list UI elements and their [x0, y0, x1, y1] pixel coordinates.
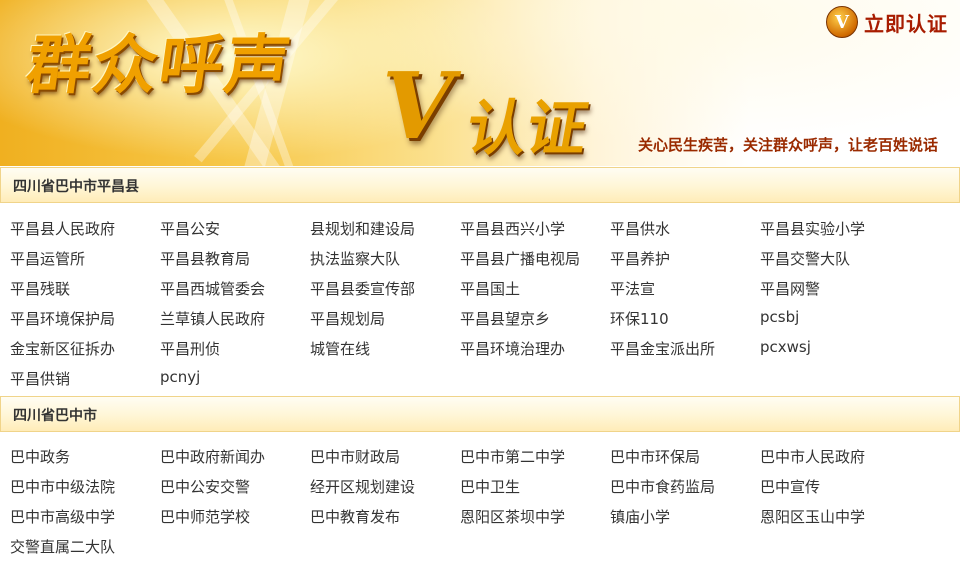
account-link[interactable]: 巴中市人民政府 — [760, 446, 865, 467]
account-link[interactable]: 平昌环境治理办 — [460, 338, 565, 359]
account-link[interactable]: 金宝新区征拆办 — [10, 338, 115, 359]
account-link[interactable]: 平昌规划局 — [310, 308, 385, 329]
account-link[interactable]: 巴中市环保局 — [610, 446, 700, 467]
v-badge-icon: V — [826, 6, 858, 38]
section-title: 四川省巴中市平昌县 — [13, 179, 139, 195]
account-link[interactable]: 平昌金宝派出所 — [610, 338, 715, 359]
account-link[interactable]: 城管在线 — [310, 338, 370, 359]
account-link[interactable]: 平昌县望京乡 — [460, 308, 550, 329]
account-link[interactable]: 平昌县西兴小学 — [460, 218, 565, 239]
account-link[interactable]: 镇庙小学 — [610, 506, 670, 527]
account-link[interactable]: 平昌残联 — [10, 278, 70, 299]
account-link[interactable]: 平法宣 — [610, 278, 655, 299]
account-link[interactable]: 平昌公安 — [160, 218, 220, 239]
account-link[interactable]: 巴中公安交警 — [160, 476, 250, 497]
account-link[interactable]: 巴中市食药监局 — [610, 476, 715, 497]
account-link[interactable]: 平昌运管所 — [10, 248, 85, 269]
section-header-bazhong: 四川省巴中市 — [0, 396, 960, 432]
account-link[interactable]: 巴中政府新闻办 — [160, 446, 265, 467]
account-link[interactable]: 平昌刑侦 — [160, 338, 220, 359]
account-link[interactable]: 巴中市中级法院 — [10, 476, 115, 497]
account-link[interactable]: 平昌养护 — [610, 248, 670, 269]
account-link[interactable]: pcnyj — [160, 368, 200, 386]
account-link[interactable]: 县规划和建设局 — [310, 218, 415, 239]
account-link[interactable]: 交警直属二大队 — [10, 536, 115, 557]
account-link[interactable]: 平昌县委宣传部 — [310, 278, 415, 299]
account-link[interactable]: 平昌环境保护局 — [10, 308, 115, 329]
account-link[interactable]: 巴中卫生 — [460, 476, 520, 497]
account-link[interactable]: 执法监察大队 — [310, 248, 400, 269]
account-link[interactable]: 恩阳区茶坝中学 — [460, 506, 565, 527]
account-link[interactable]: pcxwsj — [760, 338, 811, 356]
account-link[interactable]: 平昌县教育局 — [160, 248, 250, 269]
banner-slogan: 关心民生疾苦，关注群众呼声，让老百姓说话 — [638, 136, 939, 154]
account-link[interactable]: 巴中政务 — [10, 446, 70, 467]
account-link[interactable]: 巴中师范学校 — [160, 506, 250, 527]
account-link[interactable]: 巴中教育发布 — [310, 506, 400, 527]
account-link[interactable]: 平昌供销 — [10, 368, 70, 389]
account-link[interactable]: 巴中宣传 — [760, 476, 820, 497]
account-link[interactable]: 巴中市第二中学 — [460, 446, 565, 467]
account-link[interactable]: 平昌县广播电视局 — [460, 248, 580, 269]
account-link[interactable]: 平昌县人民政府 — [10, 218, 115, 239]
account-link[interactable]: 平昌网警 — [760, 278, 820, 299]
account-link[interactable]: 兰草镇人民政府 — [160, 308, 265, 329]
account-link[interactable]: 环保110 — [610, 308, 669, 329]
banner: 群众呼声 V 认证 关心民生疾苦，关注群众呼声，让老百姓说话 V 立即认证 — [0, 0, 960, 166]
section-title: 四川省巴中市 — [13, 408, 97, 424]
verify-now-label: 立即认证 — [864, 11, 948, 36]
banner-v-logo: V — [382, 52, 454, 160]
account-link[interactable]: pcsbj — [760, 308, 799, 326]
banner-title: 群众呼声 — [21, 29, 297, 103]
account-link[interactable]: 平昌供水 — [610, 218, 670, 239]
account-link[interactable]: 巴中市高级中学 — [10, 506, 115, 527]
account-link[interactable]: 恩阳区玉山中学 — [760, 506, 865, 527]
account-link[interactable]: 平昌西城管委会 — [160, 278, 265, 299]
section-header-pingchang: 四川省巴中市平昌县 — [0, 167, 960, 203]
banner-renzheng-title: 认证 — [460, 94, 594, 164]
account-link[interactable]: 平昌县实验小学 — [760, 218, 865, 239]
account-link[interactable]: 平昌国土 — [460, 278, 520, 299]
account-link[interactable]: 经开区规划建设 — [310, 476, 415, 497]
account-link[interactable]: 巴中市财政局 — [310, 446, 400, 467]
verify-now-button[interactable]: V 立即认证 — [826, 6, 948, 38]
account-link[interactable]: 平昌交警大队 — [760, 248, 850, 269]
